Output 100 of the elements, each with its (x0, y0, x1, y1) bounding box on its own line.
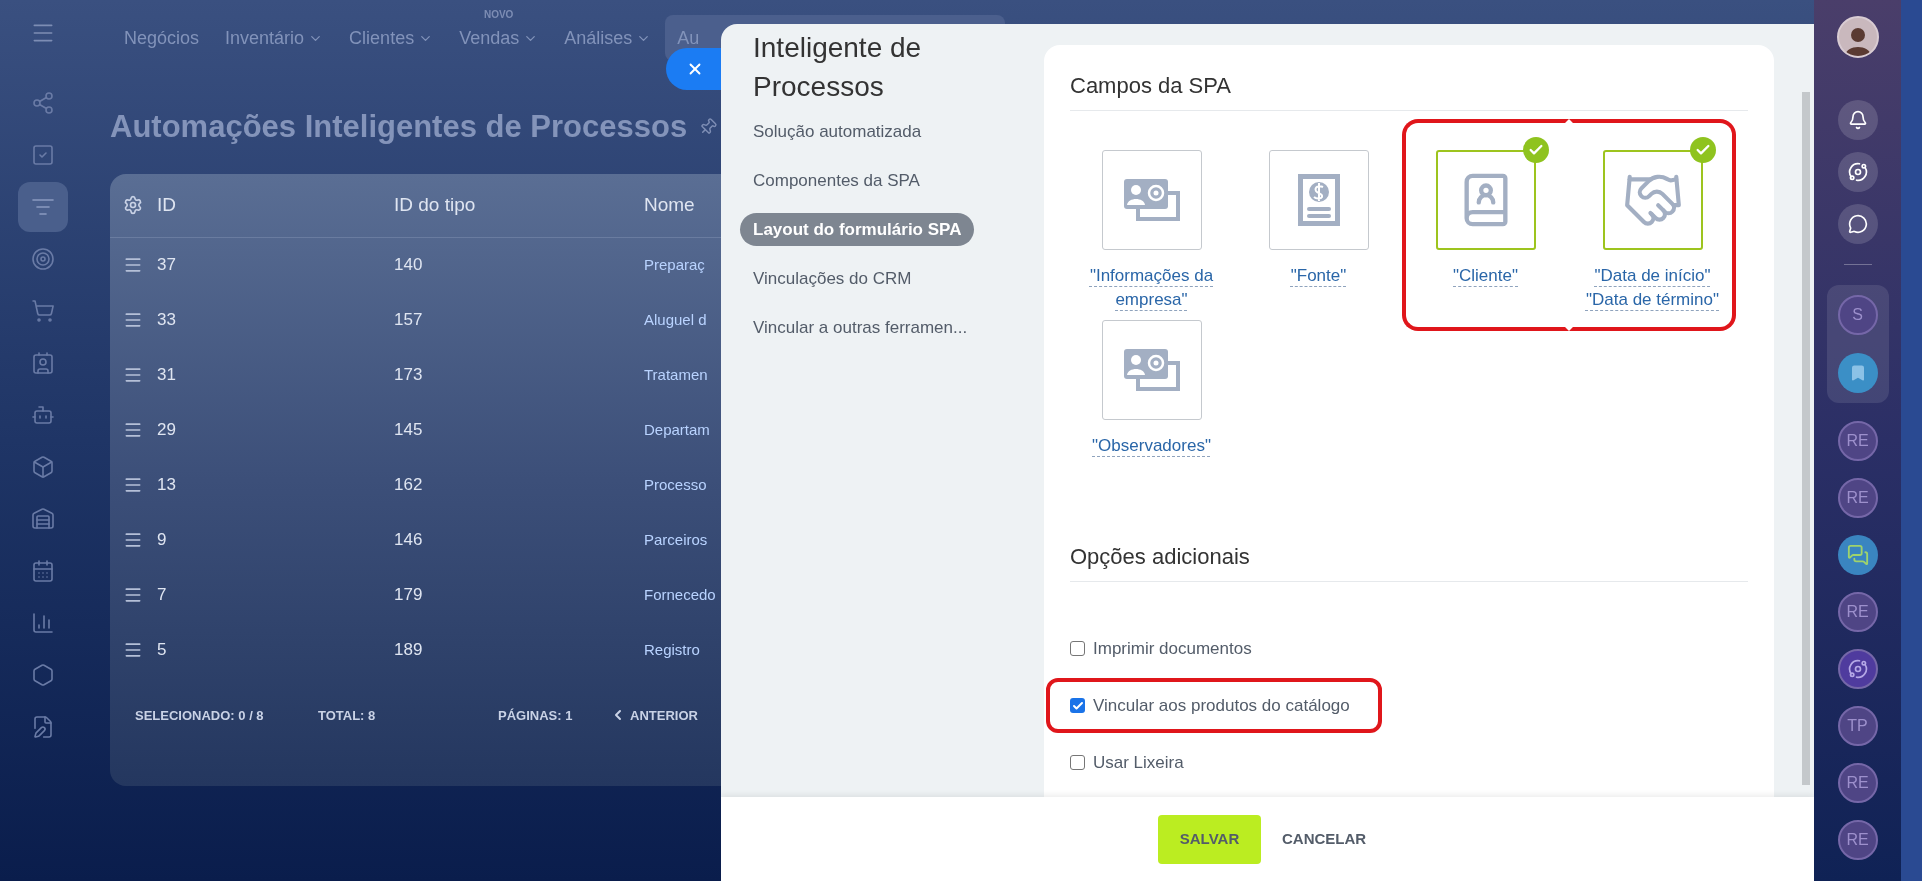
sidebar-item[interactable] (17, 182, 68, 232)
chat-avatar[interactable]: RE (1837, 820, 1878, 860)
table-cell-text: 179 (394, 584, 424, 607)
table-cell-text: 37 (157, 254, 177, 277)
bell-icon (1847, 110, 1868, 130)
scrollbar[interactable] (1802, 92, 1810, 785)
avatar[interactable] (1836, 16, 1879, 58)
field-tile[interactable] (1101, 320, 1202, 420)
table-cell-text: 7 (157, 584, 168, 607)
checkbox-option[interactable]: Vincular aos produtos do catálogo (1046, 678, 1382, 733)
panel-nav-item[interactable]: Componentes da SPA (740, 164, 933, 197)
chat-avatar[interactable]: RE (1837, 421, 1878, 461)
nav-tab[interactable]: Inventário (225, 24, 324, 52)
table-link[interactable]: Registro (644, 638, 700, 662)
column-header[interactable]: Nome (644, 190, 695, 220)
section-title: Opções adicionais (1070, 543, 1251, 571)
table-link[interactable]: Fornecedo (644, 583, 716, 607)
robot-icon (30, 403, 55, 427)
field-link[interactable]: "Data de término" (1586, 288, 1719, 312)
table-cell-text: 140 (394, 254, 424, 277)
drag-handle-icon[interactable] (123, 420, 143, 440)
chat-avatar[interactable]: TP (1837, 706, 1878, 746)
cart-icon (30, 299, 55, 323)
contact-card-icon (1121, 177, 1182, 223)
table-cell-text: 9 (157, 529, 168, 552)
pages-count: PÁGINAS: 1 (498, 706, 574, 725)
spiral-avatar[interactable] (1837, 649, 1878, 689)
drag-handle-icon[interactable] (123, 640, 143, 660)
field-tile[interactable] (1101, 150, 1202, 250)
table-link[interactable]: Parceiros (644, 528, 708, 552)
drag-handle-icon[interactable] (123, 310, 143, 330)
chat-avatar[interactable]: RE (1837, 592, 1878, 632)
section-title: Campos da SPA (1070, 72, 1232, 100)
previous-link[interactable]: ANTERIOR (610, 705, 698, 725)
table-link[interactable]: Preparaç (644, 253, 705, 277)
table-link[interactable]: Departam (644, 418, 710, 442)
drag-handle-icon[interactable] (123, 255, 143, 275)
chat-avatar[interactable] (1837, 535, 1878, 575)
warehouse-icon (30, 507, 55, 531)
table-cell-text: 5 (157, 639, 168, 662)
spiral-icon (1847, 162, 1868, 182)
nav-tab[interactable]: Negócios (124, 24, 200, 52)
cancel-button[interactable]: CANCELAR (1282, 827, 1367, 851)
field-link[interactable]: "Informações da empresa" (1071, 264, 1232, 312)
drag-handle-icon[interactable] (123, 585, 143, 605)
toolbar-button[interactable] (1837, 152, 1878, 192)
table-cell-text: 145 (394, 419, 424, 442)
nav-tab[interactable]: Clientes (349, 24, 434, 52)
checkbox[interactable] (1070, 755, 1085, 770)
table-cell-text: 31 (157, 364, 177, 387)
nav-tab[interactable]: Análises (564, 24, 652, 52)
field-link[interactable]: "Fonte" (1290, 264, 1347, 288)
table-link[interactable]: Aluguel d (644, 308, 707, 332)
panel-title: Inteligente de Processos (752, 31, 923, 104)
contact-card-icon (30, 351, 55, 375)
panel-nav-item[interactable]: Vinculações do CRM (740, 262, 925, 295)
page-title: Automações Inteligentes de Processos (110, 108, 688, 146)
drag-handle-icon[interactable] (123, 475, 143, 495)
toolbar-button[interactable] (1837, 100, 1878, 140)
table-link[interactable]: Processo (644, 473, 707, 497)
drag-handle-icon[interactable] (123, 365, 143, 385)
target-icon (30, 247, 55, 271)
table-link[interactable]: Tratamen (644, 363, 708, 387)
bar-chart-icon (30, 611, 55, 635)
settings-icon[interactable] (123, 195, 143, 215)
field-link[interactable]: "Cliente" (1453, 264, 1518, 288)
chat-avatar[interactable]: RE (1837, 763, 1878, 803)
field-link[interactable]: "Observadores" (1092, 434, 1211, 458)
selected-count: SELECIONADO: 0 / 8 (135, 706, 265, 725)
total-count: TOTAL: 8 (318, 706, 377, 725)
contact-card-icon (1121, 347, 1182, 393)
nodes-icon (30, 91, 55, 115)
column-header[interactable]: ID (157, 190, 394, 220)
field-tile[interactable] (1435, 150, 1536, 250)
panel-nav-item[interactable]: Vincular a outras ferramen... (740, 311, 981, 344)
field-tile[interactable] (1602, 150, 1703, 250)
table-cell-text: 13 (157, 474, 177, 497)
table-cell-text: 146 (394, 529, 424, 552)
bookmark-avatar[interactable] (1837, 353, 1878, 393)
field-tile[interactable] (1268, 150, 1369, 250)
column-header[interactable]: ID do tipo (394, 190, 644, 220)
checkbox-option[interactable]: Imprimir documentos (1046, 621, 1284, 676)
panel-nav-item[interactable]: Layout do formulário SPA (740, 213, 975, 246)
box-icon (30, 455, 55, 479)
invoice-icon (1295, 172, 1342, 228)
drag-handle-icon[interactable] (123, 530, 143, 550)
checkbox[interactable] (1070, 698, 1085, 713)
checkbox-option[interactable]: Usar Lixeira (1046, 735, 1216, 790)
chat-avatar[interactable]: RE (1837, 478, 1878, 518)
table-cell-text: 29 (157, 419, 177, 442)
panel-nav-item[interactable]: Solução automatizada (740, 115, 935, 148)
table-cell-text: 157 (394, 309, 424, 332)
new-label: NOVO (483, 7, 514, 22)
checkbox[interactable] (1070, 641, 1085, 656)
field-link[interactable]: "Data de início" (1594, 264, 1711, 288)
save-button[interactable]: SALVAR (1158, 814, 1261, 864)
toolbar-button[interactable] (1837, 204, 1878, 244)
table-cell-text: 33 (157, 309, 177, 332)
chat-avatar[interactable]: S (1837, 295, 1878, 335)
close-button[interactable] (666, 48, 721, 90)
